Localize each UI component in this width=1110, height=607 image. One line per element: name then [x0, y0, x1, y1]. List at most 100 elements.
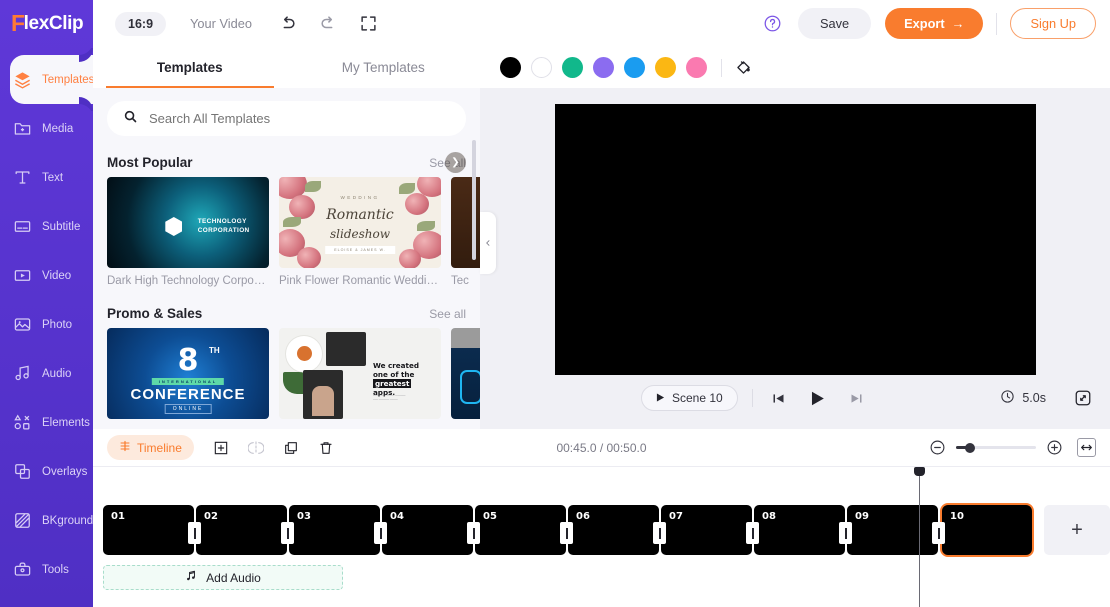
- add-clip-button[interactable]: +: [1044, 505, 1110, 555]
- sidebar-label-templates: Templates: [42, 73, 95, 86]
- folder-plus-icon: [11, 118, 33, 140]
- search-input[interactable]: [149, 111, 450, 126]
- clip-trim-handle[interactable]: [467, 522, 480, 544]
- sidebar-item-bkground[interactable]: BKground: [0, 496, 93, 545]
- sidebar-item-text[interactable]: Text: [0, 153, 93, 202]
- duration-display[interactable]: 5.0s: [1000, 389, 1046, 407]
- clip-number: 06: [576, 511, 590, 522]
- panel-scrollbar[interactable]: [472, 140, 476, 260]
- sidebar-item-subtitle[interactable]: Subtitle: [0, 202, 93, 251]
- sidebar-item-audio[interactable]: Audio: [0, 349, 93, 398]
- template-card-conference[interactable]: 8 TH INTERNATIONAL CONFERENCE ONLINE: [107, 328, 269, 419]
- video-canvas[interactable]: [555, 104, 1036, 375]
- sidebar-item-overlays[interactable]: Overlays: [0, 447, 93, 496]
- clip-trim-handle[interactable]: [188, 522, 201, 544]
- thumb-line-2: CORPORATION: [197, 227, 250, 235]
- clip-trim-handle[interactable]: [281, 522, 294, 544]
- split-icon[interactable]: [247, 440, 264, 456]
- trash-icon[interactable]: [318, 440, 334, 456]
- paint-bucket-icon[interactable]: [734, 58, 753, 77]
- sidebar-item-tools[interactable]: Tools: [0, 545, 93, 594]
- tab-templates[interactable]: Templates: [93, 47, 287, 88]
- clip-trim-handle[interactable]: [374, 522, 387, 544]
- sidebar-label-bkground: BKground: [42, 514, 94, 527]
- clip-number: 03: [297, 511, 311, 522]
- expand-icon[interactable]: [360, 15, 377, 32]
- chevron-right-icon[interactable]: ❯: [445, 152, 466, 173]
- export-button[interactable]: Export →: [885, 8, 984, 39]
- timeline-clip[interactable]: 03: [289, 505, 387, 555]
- timeline-clip[interactable]: 06: [568, 505, 666, 555]
- add-audio-button[interactable]: Add Audio: [103, 565, 343, 590]
- hex-badge-icon: [165, 217, 183, 237]
- color-swatch-yellow[interactable]: [655, 57, 676, 78]
- clip-trim-handle[interactable]: [839, 522, 852, 544]
- see-all-promo-sales[interactable]: See all: [429, 307, 466, 321]
- plus-circle-icon[interactable]: [1046, 439, 1063, 456]
- timeline-clip[interactable]: 05: [475, 505, 573, 555]
- signup-button[interactable]: Sign Up: [1010, 8, 1096, 39]
- timeline-clip[interactable]: 08: [754, 505, 852, 555]
- plus-square-icon[interactable]: [213, 440, 229, 456]
- timeline-clip[interactable]: 07: [661, 505, 759, 555]
- save-button[interactable]: Save: [797, 8, 872, 39]
- skip-back-icon[interactable]: [771, 391, 786, 406]
- timeline-clip[interactable]: 01: [103, 505, 201, 555]
- playhead-handle[interactable]: [914, 467, 925, 476]
- color-swatch-black[interactable]: [500, 57, 521, 78]
- overlays-icon: [11, 461, 33, 483]
- redo-icon[interactable]: [319, 14, 338, 33]
- color-swatch-white[interactable]: [531, 57, 552, 78]
- tab-my-templates[interactable]: My Templates: [287, 47, 481, 88]
- panel-collapse-button[interactable]: [480, 212, 496, 274]
- clip-number: 05: [483, 511, 497, 522]
- zoom-slider-knob[interactable]: [965, 442, 975, 453]
- color-swatch-purple[interactable]: [593, 57, 614, 78]
- template-card-apps[interactable]: We created one of the greatest apps. ———…: [279, 328, 441, 419]
- sidebar-item-media[interactable]: Media: [0, 104, 93, 153]
- skip-forward-icon[interactable]: [849, 391, 864, 406]
- app-logo[interactable]: FlexClip: [0, 0, 93, 47]
- template-card-wedding[interactable]: WEDDING Romantic slideshow ELOISE & JAME…: [279, 177, 441, 287]
- template-thumbnail: We created one of the greatest apps. ———…: [279, 328, 441, 419]
- aspect-ratio-button[interactable]: 16:9: [115, 11, 167, 36]
- timeline-clip[interactable]: 04: [382, 505, 480, 555]
- zoom-slider[interactable]: [956, 442, 1036, 453]
- sidebar-item-elements[interactable]: Elements: [0, 398, 93, 447]
- timeline-tab-button[interactable]: Timeline: [107, 435, 194, 460]
- fit-width-icon[interactable]: [1077, 438, 1096, 457]
- timeline-clip[interactable]: 02: [196, 505, 294, 555]
- thumb-line-2: Romantic: [326, 207, 394, 224]
- playhead[interactable]: [914, 467, 925, 607]
- sidebar-item-templates[interactable]: Templates: [10, 55, 95, 104]
- search-box[interactable]: [107, 101, 466, 136]
- clip-trim-handle[interactable]: [653, 522, 666, 544]
- clip-trim-handle[interactable]: [746, 522, 759, 544]
- clip-trim-handle[interactable]: [932, 522, 945, 544]
- fullscreen-icon[interactable]: [1074, 389, 1092, 407]
- minus-circle-icon[interactable]: [929, 439, 946, 456]
- color-swatch-green[interactable]: [562, 57, 583, 78]
- sidebar-item-photo[interactable]: Photo: [0, 300, 93, 349]
- timeline-clip-selected[interactable]: 10: [940, 503, 1034, 557]
- template-thumbnail: WEDDING Romantic slideshow ELOISE & JAME…: [279, 177, 441, 268]
- template-caption: Tec: [451, 275, 469, 287]
- undo-icon[interactable]: [278, 14, 297, 33]
- flexclip-editor: FlexClip Templates Media Text Subtitle V…: [0, 0, 1110, 607]
- thumb-line-3: slideshow: [330, 227, 390, 242]
- color-swatch-blue[interactable]: [624, 57, 645, 78]
- export-label: Export: [904, 16, 945, 31]
- plus-icon: +: [1071, 518, 1083, 541]
- template-card-partial-blue[interactable]: [451, 328, 480, 419]
- question-circle-icon[interactable]: [763, 14, 782, 33]
- scene-selector-button[interactable]: Scene 10: [641, 385, 738, 411]
- clip-trim-handle[interactable]: [560, 522, 573, 544]
- timeline-clip[interactable]: 09: [847, 505, 945, 555]
- copy-icon[interactable]: [283, 440, 299, 456]
- play-button[interactable]: [808, 389, 827, 408]
- sidebar-item-video[interactable]: Video: [0, 251, 93, 300]
- project-name-field[interactable]: Your Video: [190, 16, 252, 31]
- template-card-tech[interactable]: TECHNOLOGY CORPORATION Dark High Technolo…: [107, 177, 269, 287]
- panel-tabs: Templates My Templates: [93, 47, 480, 88]
- color-swatch-pink[interactable]: [686, 57, 707, 78]
